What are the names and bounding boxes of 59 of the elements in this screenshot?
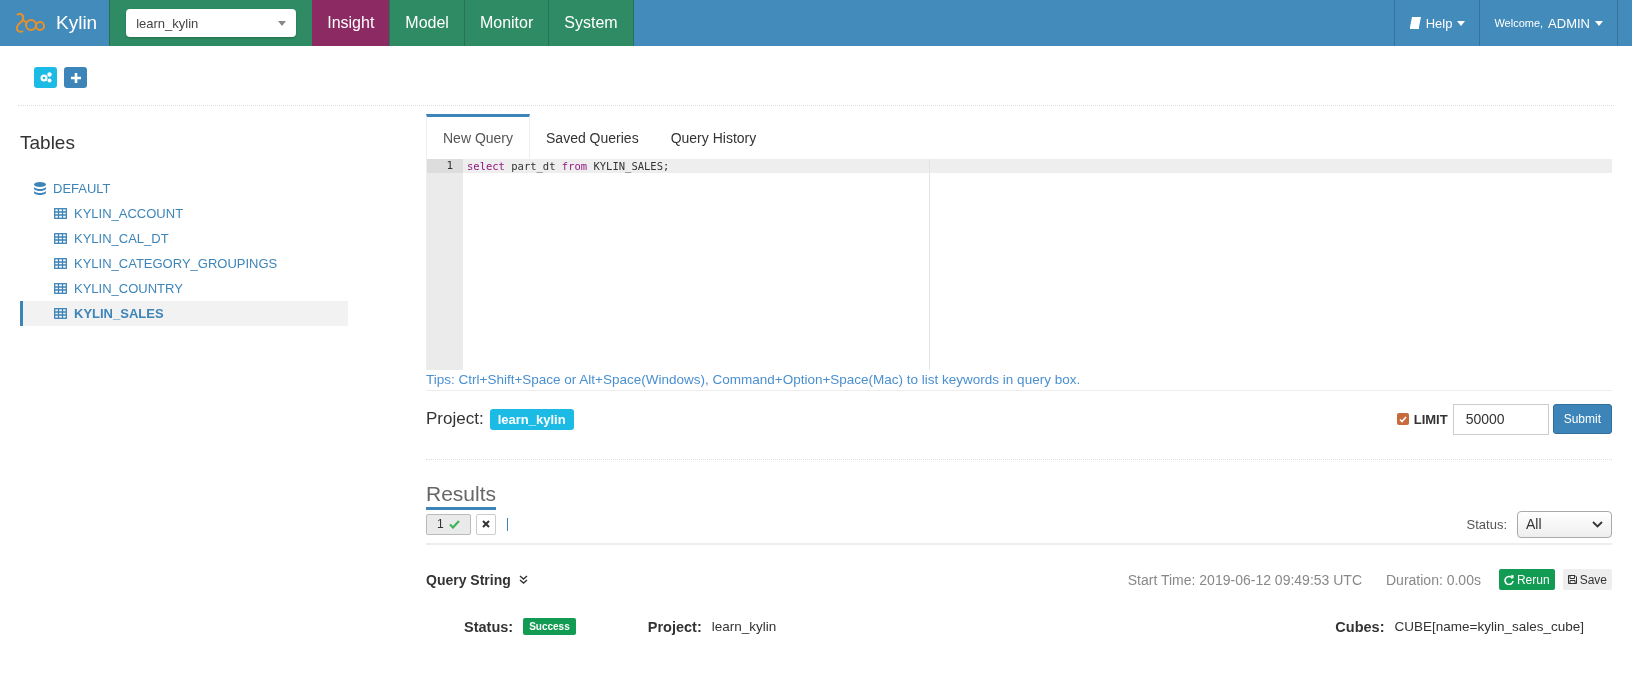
- detail-label: Project:: [647, 618, 702, 635]
- line-number: 1: [427, 159, 463, 173]
- limit-label: LIMIT: [1413, 411, 1448, 427]
- result-tab[interactable]: 1: [426, 513, 471, 535]
- detail-label: Status:: [464, 618, 514, 635]
- results-heading: Results: [426, 460, 497, 510]
- caret-icon: [1457, 20, 1466, 26]
- status-select[interactable]: All: [1517, 510, 1612, 538]
- table-icon: [54, 233, 67, 244]
- double-chevron-icon[interactable]: [518, 575, 528, 584]
- tree-item[interactable]: KYLIN_SALES: [20, 301, 348, 326]
- nav-tab[interactable]: Insight: [312, 0, 391, 46]
- table-icon: [54, 208, 67, 219]
- limit-checkbox[interactable]: [1396, 413, 1409, 425]
- submit-button[interactable]: Submit: [1552, 404, 1612, 434]
- table-icon: [54, 308, 67, 319]
- user-menu[interactable]: Welcome, ADMIN: [1479, 0, 1618, 46]
- project-select[interactable]: learn_kylin: [126, 9, 297, 37]
- tree-item[interactable]: KYLIN_CAL_DT: [20, 226, 348, 251]
- limit-input[interactable]: 50000: [1452, 403, 1549, 435]
- rerun-button[interactable]: Rerun: [1498, 569, 1555, 590]
- tree-item[interactable]: KYLIN_COUNTRY: [20, 276, 348, 301]
- sql-editor[interactable]: 1 select part_dt from KYLIN_SALES;: [426, 159, 1612, 370]
- tree-item[interactable]: KYLIN_CATEGORY_GROUPINGS: [20, 251, 348, 276]
- refresh-icon: [1503, 574, 1514, 585]
- nav-tab[interactable]: Monitor: [464, 0, 550, 46]
- close-icon: [481, 520, 490, 528]
- floppy-icon: [1567, 575, 1577, 584]
- project-label: Project:: [426, 409, 484, 429]
- status-badge: Success: [523, 618, 576, 635]
- add-button[interactable]: [64, 67, 87, 88]
- caret-icon: [278, 20, 287, 26]
- project-badge: learn_kylin: [489, 408, 574, 430]
- detail-value: CUBE[name=kylin_sales_cube]: [1394, 619, 1584, 634]
- tree-item[interactable]: DEFAULT: [20, 176, 348, 201]
- table-icon: [54, 283, 67, 294]
- database-icon: [34, 182, 46, 195]
- tree-item[interactable]: KYLIN_ACCOUNT: [20, 201, 348, 226]
- tables-heading: Tables: [20, 132, 76, 154]
- status-label: Status:: [1466, 516, 1507, 532]
- start-time: Start Time: 2019-06-12 09:49:53 UTC: [1127, 571, 1362, 588]
- query-string-heading: Query String: [426, 571, 511, 588]
- settings-button[interactable]: [34, 67, 57, 88]
- save-button[interactable]: Save: [1562, 569, 1612, 590]
- caret-icon: [1595, 20, 1603, 26]
- detail-value: learn_kylin: [711, 619, 777, 634]
- chevron-icon: [1592, 520, 1603, 528]
- tips-text: Tips: Ctrl+Shift+Space or Alt+Space(Windows), Command+Option+Space(Mac) to list keywords in query box.: [426, 370, 1612, 391]
- nav-tab[interactable]: System: [549, 0, 634, 46]
- nav-tab[interactable]: Model: [390, 0, 465, 46]
- plus-icon: [70, 72, 81, 83]
- table-icon: [54, 258, 67, 269]
- help-menu[interactable]: Help: [1393, 0, 1480, 46]
- detail-label: Cubes:: [1335, 618, 1385, 635]
- close-button[interactable]: [475, 513, 496, 535]
- duration: Duration: 0.00s: [1386, 571, 1481, 588]
- brand-name[interactable]: Kylin: [56, 12, 98, 34]
- query-tab[interactable]: Saved Queries: [530, 114, 655, 159]
- query-tab[interactable]: Query History: [654, 114, 773, 159]
